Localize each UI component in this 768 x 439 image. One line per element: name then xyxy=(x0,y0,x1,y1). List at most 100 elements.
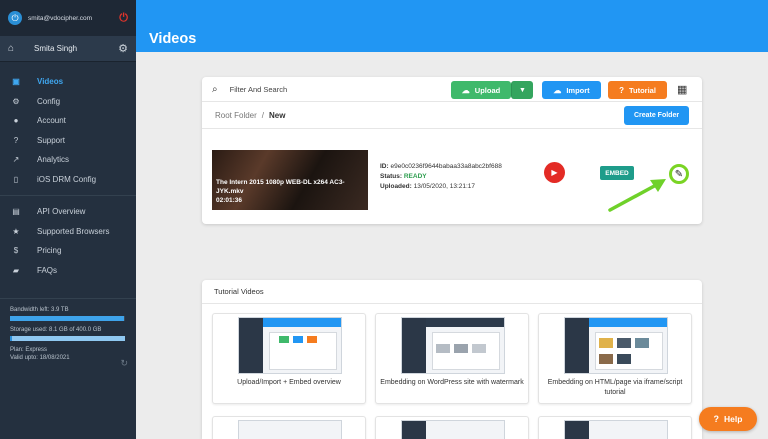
chat-icon: ▰ xyxy=(12,265,20,275)
breadcrumb-separator: / xyxy=(261,110,265,120)
video-id: e9e0c0236f9644babaa33a8abc2bf688 xyxy=(390,163,502,170)
plan-label: Plan: Express xyxy=(10,347,48,353)
storage-bar xyxy=(10,336,125,341)
create-folder-button[interactable]: Create Folder xyxy=(624,106,689,125)
tutorial-thumb-sidebar xyxy=(402,421,426,439)
refresh-icon[interactable]: ↻ xyxy=(120,358,128,369)
pencil-icon: ✎ xyxy=(674,168,684,180)
tutorial-thumb-tile xyxy=(472,344,486,353)
user-name: Smita Singh xyxy=(34,44,78,53)
video-id-line: ID: e9e0c0236f9644babaa33a8abc2bf688 xyxy=(380,162,502,172)
video-toolbar: ⌕ ☁ Upload ▼ ☁ Import ? Tutorial ▦ xyxy=(202,77,702,102)
tutorial-item[interactable] xyxy=(538,416,692,439)
sidebar-item-label: Analytics xyxy=(37,155,70,165)
breadcrumb-root[interactable]: Root Folder xyxy=(215,111,257,120)
tutorial-thumb-header xyxy=(263,318,341,327)
sidebar-item-analytics[interactable]: ↗ Analytics xyxy=(0,150,136,170)
tutorial-thumb-tile xyxy=(436,344,450,353)
import-label: Import xyxy=(566,85,590,95)
tutorial-item[interactable]: Upload/Import + Embed overview xyxy=(212,313,366,404)
video-uploaded-line: Uploaded: 13/05/2020, 13:21:17 xyxy=(380,182,502,192)
sidebar-item-label: FAQs xyxy=(37,265,58,275)
sidebar-item-pricing[interactable]: $ Pricing xyxy=(0,241,136,261)
user-bar: ⌂ Smita Singh ⚙ xyxy=(0,36,136,62)
tutorial-label: Embedding on HTML/page via iframe/script… xyxy=(547,379,683,396)
tutorial-item[interactable]: Embedding on HTML/page via iframe/script… xyxy=(538,313,692,404)
sidebar-item-videos[interactable]: ▣ Videos xyxy=(0,72,136,92)
tutorial-thumb-sidebar xyxy=(239,318,263,373)
video-meta: ID: e9e0c0236f9644babaa33a8abc2bf688 Sta… xyxy=(380,162,502,192)
usage-panel: Bandwidth left: 3.9 TB Storage used: 8.1… xyxy=(0,298,136,369)
primary-menu: ▣ Videos ⚙ Config ● Account ? Support ↗ … xyxy=(0,62,136,196)
help-icon: ? xyxy=(13,135,19,145)
sidebar-item-label: API Overview xyxy=(37,207,86,217)
tutorial-button[interactable]: ? Tutorial xyxy=(608,81,667,99)
video-thumb-text: The Intern 2015 1080p WEB-DL x264 AC3-JY… xyxy=(216,178,366,205)
sidebar-item-label: iOS DRM Config xyxy=(37,174,97,184)
sidebar-item-config[interactable]: ⚙ Config xyxy=(0,92,136,112)
tutorial-thumbnail xyxy=(564,317,668,374)
video-title: The Intern 2015 1080p WEB-DL x264 AC3-JY… xyxy=(216,179,345,195)
sidebar-item-api-overview[interactable]: ▤ API Overview xyxy=(0,202,136,222)
sidebar-item-supported-browsers[interactable]: ★ Supported Browsers xyxy=(0,222,136,242)
tutorial-thumb-header xyxy=(589,318,667,327)
tutorial-videos-title: Tutorial Videos xyxy=(202,280,702,304)
tutorial-thumb-button xyxy=(307,336,317,343)
sidebar-item-ios-drm-config[interactable]: ▯ iOS DRM Config xyxy=(0,170,136,190)
video-icon: ▣ xyxy=(12,77,20,87)
video-status-line: Status: READY xyxy=(380,172,502,182)
play-icon: ▶ xyxy=(551,168,558,177)
analytics-icon: ↗ xyxy=(12,155,20,165)
secondary-menu: ▤ API Overview ★ Supported Browsers $ Pr… xyxy=(0,196,136,286)
annotation-arrow-icon xyxy=(608,179,666,212)
video-id-label: ID: xyxy=(380,163,389,170)
logout-icon[interactable]: ⏻ xyxy=(119,12,128,25)
user-icon: ● xyxy=(13,116,19,126)
help-label: Help xyxy=(724,414,743,424)
phone-icon: ▯ xyxy=(13,174,19,184)
tutorial-thumbnail xyxy=(401,420,505,439)
status-badge: READY xyxy=(403,173,427,180)
tutorial-item[interactable] xyxy=(212,416,366,439)
tutorial-thumb-button xyxy=(293,336,303,343)
tutorial-item[interactable] xyxy=(375,416,529,439)
tutorial-label: Tutorial xyxy=(628,85,656,95)
sidebar-item-faqs[interactable]: ▰ FAQs xyxy=(0,261,136,281)
sidebar-item-support[interactable]: ? Support xyxy=(0,131,136,151)
video-thumbnail[interactable]: The Intern 2015 1080p WEB-DL x264 AC3-JY… xyxy=(212,150,368,210)
tutorial-thumb-sidebar xyxy=(565,318,589,373)
home-icon[interactable]: ⌂ xyxy=(8,43,22,54)
tutorial-thumb-header xyxy=(426,318,504,327)
upload-button[interactable]: ☁ Upload xyxy=(451,81,511,99)
valid-label: Valid upto: 18/08/2021 xyxy=(10,355,70,361)
storage-label: Storage used: 8.1 GB of 400.0 GB xyxy=(10,327,102,333)
breadcrumb-current: New xyxy=(269,110,286,120)
video-uploaded: 13/05/2020, 13:21:17 xyxy=(413,183,476,190)
tutorial-thumb-tile xyxy=(617,338,631,348)
sidebar-item-account[interactable]: ● Account xyxy=(0,111,136,131)
play-button[interactable]: ▶ xyxy=(544,162,565,183)
video-duration: 02:01:36 xyxy=(216,197,243,204)
tutorial-thumb-sidebar xyxy=(402,318,426,373)
help-button[interactable]: ? Help xyxy=(699,407,757,431)
logo-icon: ⏻ xyxy=(8,11,22,25)
page-title: Videos xyxy=(149,31,197,47)
gear-icon: ⚙ xyxy=(12,96,20,106)
grid-view-icon[interactable]: ▦ xyxy=(677,83,687,96)
storage-bar-fill xyxy=(10,336,13,341)
account-email: smita@vdocipher.com xyxy=(28,14,93,22)
tutorial-label: Embedding on WordPress site with waterma… xyxy=(380,379,524,386)
import-button[interactable]: ☁ Import xyxy=(542,81,601,99)
upload-dropdown-button[interactable]: ▼ xyxy=(511,81,533,99)
tutorial-thumb-button xyxy=(279,336,289,343)
sidebar-item-label: Supported Browsers xyxy=(37,226,110,236)
dollar-icon: $ xyxy=(13,246,19,256)
sidebar: ⏻ smita@vdocipher.com ⏻ ⌂ Smita Singh ⚙ … xyxy=(0,0,136,439)
search-input[interactable] xyxy=(229,84,430,94)
cloud-upload-icon: ☁ xyxy=(461,85,470,95)
tutorial-thumbnail xyxy=(238,317,342,374)
gear-icon[interactable]: ⚙ xyxy=(118,42,128,55)
tutorial-item[interactable]: Embedding on WordPress site with waterma… xyxy=(375,313,529,404)
video-uploaded-label: Uploaded: xyxy=(380,183,412,190)
help-circle-icon: ? xyxy=(713,414,720,424)
